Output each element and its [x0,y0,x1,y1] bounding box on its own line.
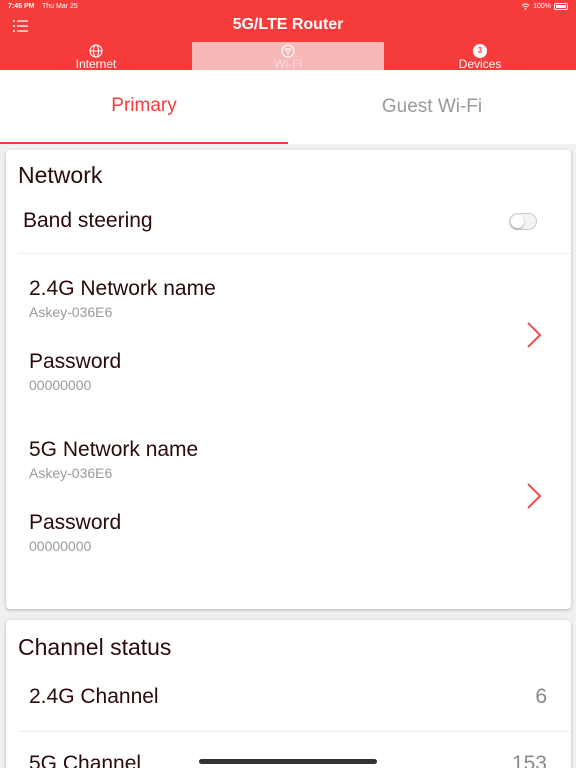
channel-5-value: 153 [511,752,547,768]
segment-guest-wifi[interactable]: Guest Wi-Fi [288,70,576,144]
band-steering-toggle[interactable] [509,213,537,230]
toggle-knob [511,215,524,228]
channel-status-title: Channel status [18,634,172,660]
network-segment-control: Primary Guest Wi-Fi [0,70,576,144]
tab-devices[interactable]: 3 Devices [384,42,576,70]
divider [18,731,571,732]
globe-icon [89,44,103,58]
band-5-password-value: 00000000 [29,538,92,554]
tab-internet[interactable]: Internet [0,42,192,70]
battery-percent: 100% [533,3,551,10]
band-5-password-label: Password [29,511,122,534]
band-24-chevron-right-icon[interactable] [525,320,543,350]
channel-24-label: 2.4G Channel [29,685,159,708]
status-time: 7:45 PM [8,3,35,10]
battery-icon [554,3,568,10]
channel-status-card: Channel status 2.4G Channel 6 5G Channel… [6,620,571,768]
band-steering-label: Band steering [23,209,153,232]
band-5-name-label: 5G Network name [29,438,199,461]
band-24-password-label: Password [29,350,122,373]
devices-count-badge: 3 [473,44,487,58]
band-24-name-label: 2.4G Network name [29,277,216,300]
divider [18,253,571,254]
status-indicators: 100% [521,3,568,10]
wifi-icon [281,44,295,58]
status-date: Thu Mar 25 [42,3,78,10]
wifi-signal-icon [521,3,530,10]
band-24-password-value: 00000000 [29,377,92,393]
app-title: 5G/LTE Router [232,16,344,33]
app-header: 7:45 PM Thu Mar 25 100% 5G/LTE Router In… [0,0,576,70]
band-5-chevron-right-icon[interactable] [525,481,543,511]
tab-devices-label: Devices [458,57,502,71]
tab-wifi-label: Wi-Fi [274,57,302,71]
tab-wifi[interactable]: Wi-Fi [192,42,384,70]
channel-5-label: 5G Channel [29,752,142,768]
segment-primary[interactable]: Primary [0,70,288,144]
band-24-name-value: Askey-036E6 [29,304,113,320]
band-5-name-value: Askey-036E6 [29,465,113,481]
tab-internet-label: Internet [75,57,117,71]
home-indicator[interactable] [199,759,377,764]
network-card-title: Network [18,162,103,188]
channel-24-value: 6 [535,685,547,708]
network-card: Network Band steering 2.4G Network name … [6,150,571,609]
